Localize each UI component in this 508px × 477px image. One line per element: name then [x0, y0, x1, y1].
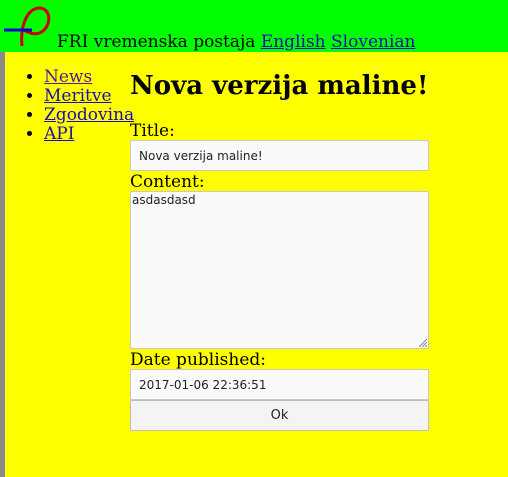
site-header: FRI vremenska postaja English Slovenian	[0, 0, 508, 52]
nav-link-api[interactable]: API	[44, 124, 74, 144]
date-label: Date published:	[130, 350, 266, 370]
content-text: asdasdasd	[132, 193, 196, 207]
nav-link-news[interactable]: News	[44, 67, 92, 87]
nav-item-news: News	[44, 68, 134, 87]
resize-grip-icon[interactable]	[417, 337, 427, 347]
nav-item-api: API	[44, 125, 134, 144]
fri-logo-icon[interactable]	[2, 2, 54, 50]
ok-button[interactable]: Ok	[130, 400, 429, 431]
nav-item-meritve: Meritve	[44, 87, 134, 106]
nav-link-meritve[interactable]: Meritve	[44, 86, 112, 106]
site-name: FRI vremenska postaja	[57, 32, 256, 52]
content-textarea[interactable]: asdasdasd	[130, 191, 429, 349]
sidebar-nav: News Meritve Zgodovina API	[28, 68, 134, 144]
nav-item-zgodovina: Zgodovina	[44, 106, 134, 125]
title-label: Title:	[130, 121, 175, 141]
language-slovenian-link[interactable]: Slovenian	[331, 32, 415, 52]
nav-link-zgodovina[interactable]: Zgodovina	[44, 105, 134, 125]
page-title: Nova verzija maline!	[130, 71, 429, 101]
title-input[interactable]: Nova verzija maline!	[130, 140, 429, 171]
content-label: Content:	[130, 172, 205, 192]
date-published-input[interactable]: 2017-01-06 22:36:51	[130, 369, 429, 400]
header-bar: FRI vremenska postaja English Slovenian	[57, 32, 415, 52]
left-border	[0, 52, 5, 477]
language-english-link[interactable]: English	[261, 32, 326, 52]
